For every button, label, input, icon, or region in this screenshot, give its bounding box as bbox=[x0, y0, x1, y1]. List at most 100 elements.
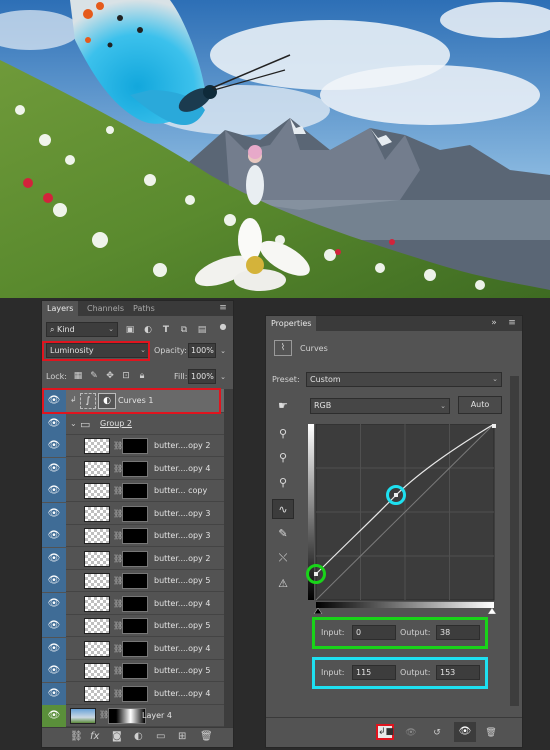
panel-menu-icon[interactable]: ≡ bbox=[506, 317, 518, 329]
output-field-2[interactable]: 153 bbox=[436, 665, 480, 680]
curve-points-icon[interactable]: ∿ bbox=[272, 499, 294, 519]
layer-row-curves[interactable]: 👁︎ ↲ ∫ ◐ Curves 1 bbox=[42, 389, 224, 413]
layer-name[interactable]: butter... copy bbox=[154, 480, 207, 502]
target-adjust-icon[interactable]: ☛ bbox=[272, 396, 294, 416]
fill-chevron-icon[interactable]: ⌄ bbox=[218, 371, 228, 383]
eyedropper-white-icon[interactable]: ⚲ bbox=[272, 473, 294, 493]
input-field-2[interactable]: 115 bbox=[352, 665, 396, 680]
pixel-filter-icon[interactable]: ▣ bbox=[124, 324, 136, 336]
layer-name[interactable]: butter....opy 5 bbox=[154, 570, 210, 592]
clipping-warning-icon[interactable]: ⚠ bbox=[272, 574, 294, 594]
lock-position-icon[interactable]: ✥ bbox=[104, 370, 116, 382]
smooth-icon[interactable]: ⤬ bbox=[272, 548, 294, 568]
layer-name[interactable]: butter....opy 2 bbox=[154, 548, 210, 570]
shape-filter-icon[interactable]: ⧉ bbox=[178, 324, 190, 336]
layer-name[interactable]: butter....opy 4 bbox=[154, 638, 210, 660]
eye-icon[interactable]: 👁︎ bbox=[42, 547, 66, 570]
blend-mode-select[interactable]: Luminosity ⌄ bbox=[46, 343, 150, 358]
layer-row[interactable]: 👁︎ ⛓︎ butter....opy 5 bbox=[42, 660, 224, 682]
layer-name-bottom[interactable]: Layer 4 bbox=[142, 705, 172, 727]
layer-name-group[interactable]: Group 2 bbox=[100, 413, 132, 435]
layer-row[interactable]: 👁︎ ⛓︎ butter....opy 4 bbox=[42, 637, 224, 660]
eye-icon[interactable]: 👁︎ bbox=[42, 457, 66, 480]
new-layer-icon[interactable]: ⊞ bbox=[178, 731, 186, 742]
eye-icon[interactable]: 👁︎ bbox=[42, 389, 66, 413]
layer-row[interactable]: 👁︎ ⛓︎ butter....opy 2 bbox=[42, 435, 224, 457]
layer-row-bottom[interactable]: 👁︎ ⛓︎ Layer 4 bbox=[42, 705, 224, 727]
layer-name[interactable]: butter....opy 4 bbox=[154, 458, 210, 480]
eye-icon[interactable]: 👁︎ bbox=[42, 525, 66, 547]
link-layers-icon[interactable]: ⛓︎ bbox=[70, 731, 83, 742]
opacity-chevron-icon[interactable]: ⌄ bbox=[218, 345, 228, 357]
layer-row[interactable]: 👁︎ ⛓︎ butter....opy 2 bbox=[42, 547, 224, 570]
type-filter-icon[interactable]: T bbox=[160, 324, 172, 336]
eye-icon[interactable]: 👁︎ bbox=[42, 705, 66, 727]
new-group-icon[interactable]: ▭ bbox=[156, 731, 165, 742]
filter-toggle-icon[interactable]: ● bbox=[218, 321, 228, 333]
layer-name[interactable]: butter....opy 5 bbox=[154, 615, 210, 637]
auto-button[interactable]: Auto bbox=[458, 396, 502, 414]
fill-field[interactable]: 100% bbox=[188, 369, 216, 384]
panel-menu-icon[interactable]: ≡ bbox=[217, 302, 229, 314]
lock-all-icon[interactable]: 🔒︎ bbox=[136, 370, 148, 382]
output-field-1[interactable]: 38 bbox=[436, 625, 480, 640]
eye-icon[interactable]: 👁︎ bbox=[42, 592, 66, 615]
adjustment-filter-icon[interactable]: ◐ bbox=[142, 324, 154, 336]
lock-artboard-icon[interactable]: ⊡ bbox=[120, 370, 132, 382]
layer-row[interactable]: 👁︎ ⛓︎ butter....opy 3 bbox=[42, 502, 224, 525]
trash-icon[interactable]: 🗑︎ bbox=[484, 727, 498, 739]
mask-icon[interactable]: ◙ bbox=[112, 731, 122, 742]
adjustment-layer-icon[interactable]: ◐ bbox=[134, 731, 143, 742]
channel-select[interactable]: RGB ⌄ bbox=[310, 398, 450, 414]
layers-scrollbar[interactable] bbox=[224, 389, 233, 727]
layer-row[interactable]: 👁︎ ⛓︎ butter....opy 4 bbox=[42, 592, 224, 615]
smart-object-filter-icon[interactable]: ▤ bbox=[196, 324, 208, 336]
eyedropper-gray-icon[interactable]: ⚲ bbox=[272, 448, 294, 468]
pencil-icon[interactable]: ✎ bbox=[272, 524, 294, 544]
tab-properties[interactable]: Properties bbox=[266, 316, 317, 331]
layer-row[interactable]: 👁︎ ⛓︎ butter....opy 5 bbox=[42, 615, 224, 637]
preset-select[interactable]: Custom ⌄ bbox=[306, 372, 502, 387]
reset-icon[interactable]: ↺ bbox=[430, 727, 444, 739]
visibility-icon[interactable]: 👁︎ bbox=[454, 722, 476, 742]
fx-icon[interactable]: fx bbox=[90, 731, 99, 742]
lock-image-icon[interactable]: ✎ bbox=[88, 370, 100, 382]
eye-icon[interactable]: 👁︎ bbox=[42, 660, 66, 682]
layer-name[interactable]: butter....opy 3 bbox=[154, 525, 210, 547]
eye-icon[interactable]: 👁︎ bbox=[42, 682, 66, 705]
collapse-icon[interactable]: » bbox=[488, 317, 500, 329]
eye-icon[interactable]: 👁︎ bbox=[42, 413, 66, 435]
eyedropper-black-icon[interactable]: ⚲ bbox=[272, 424, 294, 444]
tab-channels[interactable]: Channels bbox=[82, 301, 129, 316]
clip-to-layer-icon[interactable]: ↲■ bbox=[376, 724, 394, 740]
tab-paths[interactable]: Paths bbox=[128, 301, 160, 316]
eye-icon[interactable]: 👁︎ bbox=[42, 637, 66, 660]
layer-row[interactable]: 👁︎ ⛓︎ butter... copy bbox=[42, 480, 224, 502]
layer-name[interactable]: butter....opy 3 bbox=[154, 503, 210, 525]
eye-icon[interactable]: 👁︎ bbox=[42, 615, 66, 637]
expand-chevron-icon[interactable]: ⌄ bbox=[70, 419, 77, 428]
eye-icon[interactable]: 👁︎ bbox=[42, 502, 66, 525]
trash-icon[interactable]: 🗑︎ bbox=[200, 731, 213, 742]
layer-row[interactable]: 👁︎ ⛓︎ butter....opy 4 bbox=[42, 682, 224, 705]
eye-icon[interactable]: 👁︎ bbox=[42, 480, 66, 502]
view-previous-icon[interactable]: 👁︎ bbox=[404, 727, 418, 739]
layer-name[interactable]: butter....opy 2 bbox=[154, 435, 210, 457]
layer-name[interactable]: butter....opy 4 bbox=[154, 593, 210, 615]
layer-name-curves[interactable]: Curves 1 bbox=[118, 389, 153, 413]
layer-row[interactable]: 👁︎ ⛓︎ butter....opy 3 bbox=[42, 525, 224, 547]
lock-transparent-icon[interactable]: ▦ bbox=[72, 370, 84, 382]
layer-row-group[interactable]: 👁︎ ⌄ ▭ Group 2 bbox=[42, 413, 224, 435]
curves-graph[interactable] bbox=[308, 423, 498, 615]
layer-name[interactable]: butter....opy 5 bbox=[154, 660, 210, 682]
layer-row[interactable]: 👁︎ ⛓︎ butter....opy 4 bbox=[42, 457, 224, 480]
eye-icon[interactable]: 👁︎ bbox=[42, 435, 66, 457]
properties-scrollbar[interactable] bbox=[510, 376, 519, 706]
tab-layers[interactable]: Layers bbox=[42, 301, 79, 316]
eye-icon[interactable]: 👁︎ bbox=[42, 570, 66, 592]
input-field-1[interactable]: 0 bbox=[352, 625, 396, 640]
layer-row[interactable]: 👁︎ ⛓︎ butter....opy 5 bbox=[42, 570, 224, 592]
opacity-field[interactable]: 100% bbox=[188, 343, 216, 358]
layer-name[interactable]: butter....opy 4 bbox=[154, 683, 210, 705]
filter-kind-select[interactable]: ⌕ Kind ⌄ bbox=[46, 322, 118, 337]
